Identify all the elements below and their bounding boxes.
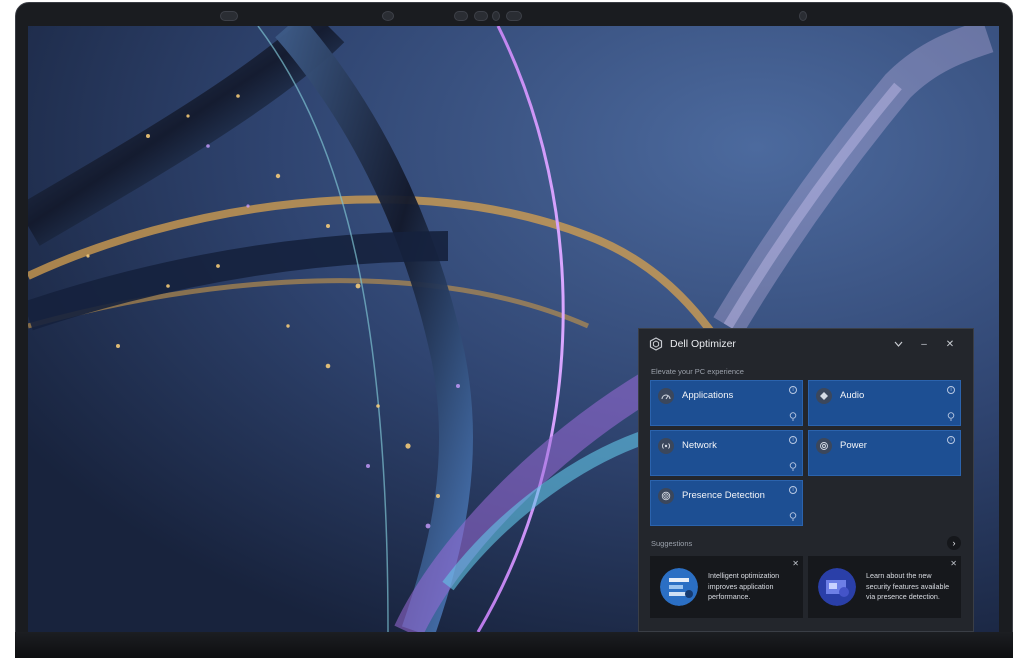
dismiss-card-button[interactable]: ✕ [792,559,799,568]
window-title: Dell Optimizer [670,338,736,350]
tile-audio[interactable]: Audio i [808,380,961,426]
speedometer-icon [658,388,674,404]
laptop-bottom-lip [15,632,1013,658]
info-icon[interactable]: i [947,386,955,394]
tile-applications[interactable]: Applications i [650,380,803,426]
camera-strip [16,11,1012,23]
tile-presence-detection[interactable]: Presence Detection i [650,480,803,526]
dell-optimizer-app-icon [649,337,663,351]
chevron-down-icon [894,341,902,347]
dismiss-card-button[interactable]: ✕ [950,559,957,568]
info-icon[interactable]: i [789,436,797,444]
webcam-lens [492,11,500,21]
titlebar: Dell Optimizer – ✕ [639,329,973,359]
lightbulb-icon[interactable] [789,412,797,421]
lightbulb-icon[interactable] [789,462,797,471]
suggestion-card-security[interactable]: Learn about the new security features av… [808,556,961,618]
tile-power[interactable]: Power i [808,430,961,476]
suggestion-cards: Intelligent optimization improves applic… [639,556,973,618]
camera-sensor-3 [506,11,522,21]
presence-security-illustration [818,568,856,606]
suggestion-card-optimization[interactable]: Intelligent optimization improves applic… [650,556,803,618]
tile-label: Network [682,440,717,451]
collapse-button[interactable] [885,334,911,354]
sensor-dot-right [799,11,807,21]
app-performance-illustration [660,568,698,606]
power-icon [816,438,832,454]
tile-label: Power [840,440,867,451]
suggestions-label: Suggestions [651,538,693,548]
network-icon [658,438,674,454]
lightbulb-icon[interactable] [947,412,955,421]
screen: Dell Optimizer – ✕ Elevate your PC exper… [28,26,999,632]
camera-sensor-2 [474,11,488,21]
minimize-button[interactable]: – [911,334,937,354]
tile-label: Presence Detection [682,490,765,501]
tile-label: Audio [840,390,865,401]
tile-network[interactable]: Network i [650,430,803,476]
card-text: Intelligent optimization improves applic… [708,571,780,602]
suggestions-next-button[interactable]: › [947,536,961,550]
info-icon[interactable]: i [789,486,797,494]
camera-sensor-1 [454,11,468,21]
sensor-dot-left [382,11,394,21]
audio-icon [816,388,832,404]
presence-icon [658,488,674,504]
section-subtitle: Elevate your PC experience [651,367,744,376]
tile-label: Applications [682,390,734,401]
card-text: Learn about the new security features av… [866,571,950,602]
feature-tiles: Applications i Audio i Network i Power i… [639,380,973,526]
dell-optimizer-window: Dell Optimizer – ✕ Elevate your PC exper… [638,328,974,632]
info-icon[interactable]: i [947,436,955,444]
sensor-left [220,11,238,21]
info-icon[interactable]: i [789,386,797,394]
suggestions-header: Suggestions › [639,526,973,556]
lightbulb-icon[interactable] [789,512,797,521]
close-button[interactable]: ✕ [937,334,963,354]
